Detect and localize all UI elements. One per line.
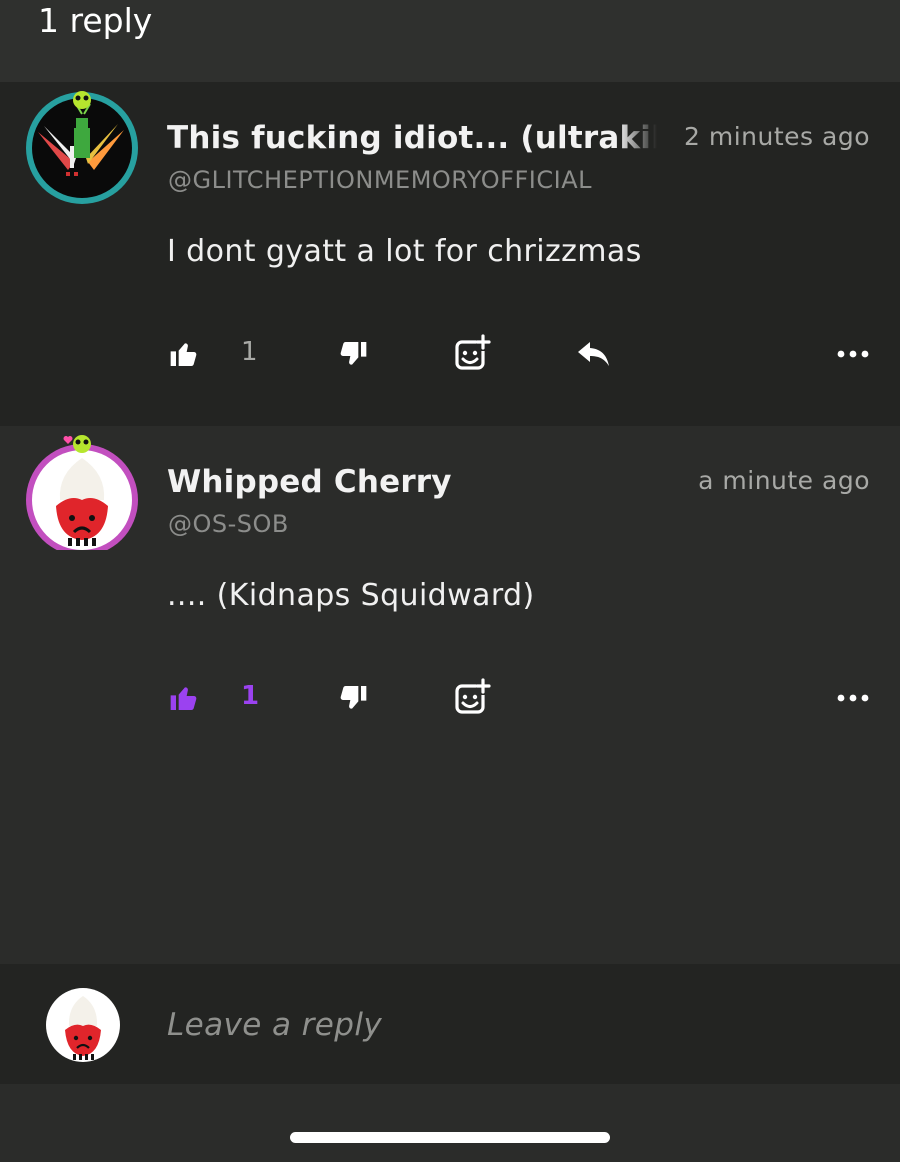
reply-composer bbox=[0, 964, 900, 1084]
like-button[interactable] bbox=[168, 327, 200, 381]
thumbs-up-icon bbox=[170, 343, 197, 366]
comment-actions: 1 bbox=[0, 327, 900, 381]
more-icon bbox=[837, 694, 869, 702]
comment-body: I dont gyatt a lot for chrizzmas bbox=[167, 234, 642, 269]
like-count: 1 bbox=[241, 337, 258, 367]
reply-count-title: 1 reply bbox=[38, 1, 153, 40]
parent-comment: This fucking idiot... (ultrakill a @GLIT… bbox=[0, 82, 900, 426]
like-button[interactable] bbox=[168, 671, 200, 725]
reply-icon bbox=[578, 342, 609, 366]
more-options-button[interactable] bbox=[836, 327, 870, 381]
comment-author-handle[interactable]: @OS-SOB bbox=[168, 510, 289, 538]
dislike-button[interactable] bbox=[337, 327, 369, 381]
home-indicator[interactable] bbox=[290, 1132, 610, 1143]
add-reaction-button[interactable] bbox=[452, 671, 492, 725]
current-user-avatar bbox=[46, 988, 120, 1062]
reply-button[interactable] bbox=[576, 327, 612, 381]
dislike-button[interactable] bbox=[337, 671, 369, 725]
comment-author-name[interactable]: This fucking idiot... (ultrakill a bbox=[167, 120, 657, 156]
reply-comment: Whipped Cherry @OS-SOB a minute ago ....… bbox=[0, 426, 900, 964]
add-reaction-button[interactable] bbox=[452, 327, 492, 381]
more-options-button[interactable] bbox=[836, 671, 870, 725]
thumbs-up-icon bbox=[170, 687, 197, 710]
more-icon bbox=[837, 350, 869, 358]
like-count: 1 bbox=[241, 681, 260, 711]
avatar[interactable] bbox=[24, 90, 140, 206]
thumbs-down-icon bbox=[340, 342, 367, 365]
comment-actions: 1 bbox=[0, 671, 900, 725]
add-reaction-icon bbox=[455, 678, 491, 714]
comment-body: .... (Kidnaps Squidward) bbox=[167, 578, 535, 613]
comment-timestamp: 2 minutes ago bbox=[684, 122, 870, 151]
comment-author-handle[interactable]: @GLITCHEPTIONMEMORYOFFICIAL bbox=[168, 166, 592, 194]
thumbs-down-icon bbox=[340, 686, 367, 709]
reply-input[interactable] bbox=[167, 1000, 847, 1050]
avatar[interactable] bbox=[24, 434, 140, 556]
comment-timestamp: a minute ago bbox=[698, 466, 870, 495]
replies-header: 1 reply bbox=[0, 0, 900, 82]
comment-author-name[interactable]: Whipped Cherry bbox=[167, 464, 452, 500]
add-reaction-icon bbox=[455, 334, 491, 370]
